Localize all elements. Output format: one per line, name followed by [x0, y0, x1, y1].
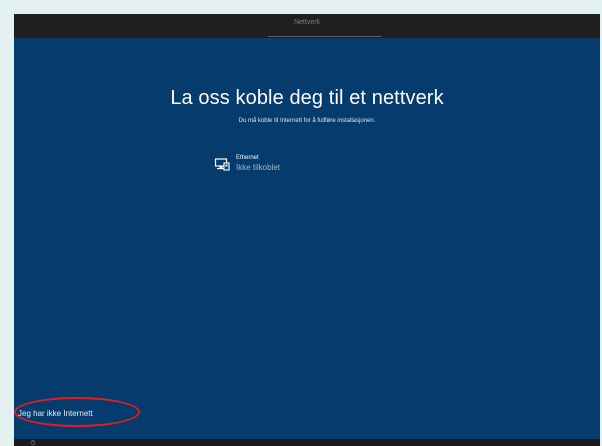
network-status: Ikke tilkoblet [236, 163, 281, 172]
network-setup-screen: La oss koble deg til et nettverk Du må k… [14, 38, 600, 439]
setup-window: Nettverk La oss koble deg til et nettver… [14, 14, 600, 446]
section-label: Nettverk [293, 19, 321, 26]
top-bar: Nettverk [14, 14, 600, 38]
no-internet-link[interactable]: Jeg har ikke Internett [18, 409, 93, 418]
bottom-bar [14, 439, 600, 446]
network-name: Ethernet [236, 155, 259, 161]
ethernet-icon [214, 158, 230, 171]
network-item-ethernet[interactable]: Ethernet Ikke tilkoblet [214, 154, 334, 180]
page-subtitle: Du må koble til Internett for å fullføre… [238, 118, 376, 124]
accessibility-icon[interactable] [30, 440, 36, 445]
page-title: La oss koble deg til et nettverk [170, 87, 444, 109]
section-underline [268, 36, 382, 37]
